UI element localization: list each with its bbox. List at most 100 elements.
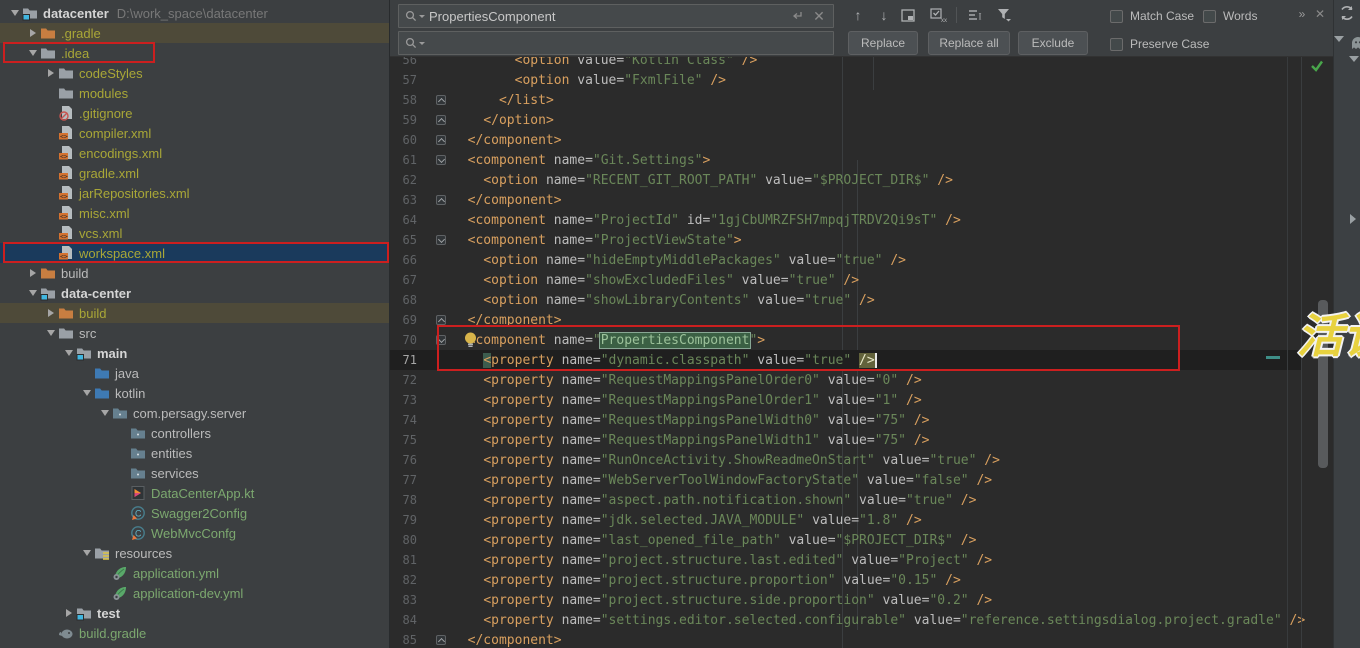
tree-item-encodings.xml[interactable]: <>encodings.xml [0, 143, 389, 163]
code-line-77[interactable]: 77<property name="WebServerToolWindowFac… [390, 470, 1301, 490]
code-line-59[interactable]: 59</option> [390, 110, 1301, 130]
code-line-62[interactable]: 62<option name="RECENT_GIT_ROOT_PATH" va… [390, 170, 1301, 190]
code-line-64[interactable]: 64<component name="ProjectId" id="1gjCbU… [390, 210, 1301, 230]
tree-item-partial[interactable] [0, 643, 389, 648]
tree-item-jarRepositories.xml[interactable]: <>jarRepositories.xml [0, 183, 389, 203]
prev-occurrence-icon[interactable]: ↑ [848, 6, 868, 24]
tree-right-arrow-icon[interactable] [44, 69, 58, 77]
open-in-find-window-icon[interactable] [898, 6, 918, 24]
code-line-67[interactable]: 67<option name="showExcludedFiles" value… [390, 270, 1301, 290]
search-icon[interactable] [399, 10, 429, 22]
tree-item-src[interactable]: src [0, 323, 389, 343]
more-options-icon[interactable]: » [1292, 5, 1312, 23]
preserve-case-box[interactable] [1110, 38, 1123, 51]
tree-item-project-root[interactable]: datacenterD:\work_space\datacenter [0, 3, 389, 23]
match-case-checkbox[interactable]: Match Case [1110, 9, 1194, 23]
code-line-57[interactable]: 57<option value="FxmlFile" /> [390, 70, 1301, 90]
code-line-65[interactable]: 65<component name="ProjectViewState"> [390, 230, 1301, 250]
filter-search-icon[interactable] [994, 6, 1014, 24]
tree-item-codeStyles[interactable]: codeStyles [0, 63, 389, 83]
close-find-panel-icon[interactable]: ✕ [1310, 5, 1330, 23]
multiline-search-icon[interactable]: I [966, 6, 986, 24]
code-line-70[interactable]: 70<component name="PropertiesComponent"> [390, 330, 1301, 350]
code-line-60[interactable]: 60</component> [390, 130, 1301, 150]
replace-icon[interactable] [399, 37, 429, 49]
code-line-83[interactable]: 83<property name="project.structure.side… [390, 590, 1301, 610]
code-line-68[interactable]: 68<option name="showLibraryContents" val… [390, 290, 1301, 310]
tree-item-.gitignore[interactable]: .gitignore [0, 103, 389, 123]
tree-item-application-dev.yml[interactable]: application-dev.yml [0, 583, 389, 603]
replace-button[interactable]: Replace [848, 31, 918, 55]
tree-item-java[interactable]: java [0, 363, 389, 383]
tree-item-vcs.xml[interactable]: <>vcs.xml [0, 223, 389, 243]
tree-item-WebMvcConfg[interactable]: CWebMvcConfg [0, 523, 389, 543]
fold-marker-icon[interactable] [436, 195, 446, 205]
tree-item-kotlin[interactable]: kotlin [0, 383, 389, 403]
tree-item-DataCenterApp.kt[interactable]: DataCenterApp.kt [0, 483, 389, 503]
select-all-occurrences-icon[interactable]: xx [928, 6, 948, 24]
match-case-box[interactable] [1110, 10, 1123, 23]
tree-item-gradle.xml[interactable]: <>gradle.xml [0, 163, 389, 183]
code-line-78[interactable]: 78<property name="aspect.path.notificati… [390, 490, 1301, 510]
code-line-61[interactable]: 61<component name="Git.Settings"> [390, 150, 1301, 170]
collapse-triangle-icon[interactable] [1349, 56, 1359, 62]
code-line-63[interactable]: 63</component> [390, 190, 1301, 210]
fold-marker-icon[interactable] [436, 315, 446, 325]
collapse-triangle-icon[interactable] [1334, 36, 1344, 42]
sync-icon[interactable] [1338, 4, 1356, 27]
code-line-76[interactable]: 76<property name="RunOnceActivity.ShowRe… [390, 450, 1301, 470]
code-line-85[interactable]: 85</component> [390, 630, 1301, 648]
tree-item-build[interactable]: build [0, 263, 389, 283]
tree-right-arrow-icon[interactable] [62, 609, 76, 617]
code-line-69[interactable]: 69</component> [390, 310, 1301, 330]
tree-down-arrow-icon[interactable] [26, 290, 40, 296]
next-occurrence-icon[interactable]: ↓ [874, 6, 894, 24]
tree-right-arrow-icon[interactable] [44, 309, 58, 317]
tree-item-application.yml[interactable]: application.yml [0, 563, 389, 583]
tree-item-.idea[interactable]: .idea [0, 43, 389, 63]
search-input[interactable] [429, 9, 787, 24]
exclude-button[interactable]: Exclude [1018, 31, 1088, 55]
tree-item-workspace.xml[interactable]: <>workspace.xml [0, 243, 389, 263]
preserve-case-checkbox[interactable]: Preserve Case [1110, 37, 1209, 51]
code-line-80[interactable]: 80<property name="last_opened_file_path"… [390, 530, 1301, 550]
fold-marker-icon[interactable] [436, 135, 446, 145]
editor-pane[interactable]: 56<option value="Kotlin Class" />57<opti… [390, 0, 1301, 648]
replace-field[interactable] [398, 31, 834, 55]
fold-marker-icon[interactable] [436, 95, 446, 105]
tree-down-arrow-icon[interactable] [80, 390, 94, 396]
tree-right-arrow-icon[interactable] [26, 269, 40, 277]
tree-item-.gradle[interactable]: .gradle [0, 23, 389, 43]
code-line-58[interactable]: 58</list> [390, 90, 1301, 110]
tree-down-arrow-icon[interactable] [62, 350, 76, 356]
tree-item-entities[interactable]: entities [0, 443, 389, 463]
code-area[interactable]: 56<option value="Kotlin Class" />57<opti… [390, 50, 1301, 648]
fold-marker-icon[interactable] [436, 115, 446, 125]
replace-input[interactable] [429, 36, 833, 51]
fold-marker-icon[interactable] [436, 235, 446, 245]
toolwindow-handle-icon[interactable] [1350, 214, 1356, 224]
code-line-74[interactable]: 74<property name="RequestMappingsPanelWi… [390, 410, 1301, 430]
tree-item-compiler.xml[interactable]: <>compiler.xml [0, 123, 389, 143]
fold-marker-icon[interactable] [436, 635, 446, 645]
tree-item-build[interactable]: build [0, 303, 389, 323]
tree-down-arrow-icon[interactable] [80, 550, 94, 556]
tree-down-arrow-icon[interactable] [8, 10, 22, 16]
code-line-66[interactable]: 66<option name="hideEmptyMiddlePackages"… [390, 250, 1301, 270]
tree-item-build.gradle[interactable]: build.gradle [0, 623, 389, 643]
code-line-73[interactable]: 73<property name="RequestMappingsPanelOr… [390, 390, 1301, 410]
intention-bulb-icon[interactable] [464, 332, 477, 348]
tree-item-misc.xml[interactable]: <>misc.xml [0, 203, 389, 223]
tree-item-services[interactable]: services [0, 463, 389, 483]
tree-down-arrow-icon[interactable] [98, 410, 112, 416]
tree-item-controllers[interactable]: controllers [0, 423, 389, 443]
newline-icon[interactable] [787, 7, 807, 25]
code-line-75[interactable]: 75<property name="RequestMappingsPanelWi… [390, 430, 1301, 450]
clear-search-icon[interactable]: ✕ [809, 7, 829, 25]
inspections-ok-icon[interactable] [1310, 59, 1324, 77]
code-line-79[interactable]: 79<property name="jdk.selected.JAVA_MODU… [390, 510, 1301, 530]
tree-down-arrow-icon[interactable] [44, 330, 58, 336]
code-line-84[interactable]: 84<property name="settings.editor.select… [390, 610, 1301, 630]
tree-item-data-center[interactable]: data-center [0, 283, 389, 303]
fold-marker-icon[interactable] [436, 155, 446, 165]
